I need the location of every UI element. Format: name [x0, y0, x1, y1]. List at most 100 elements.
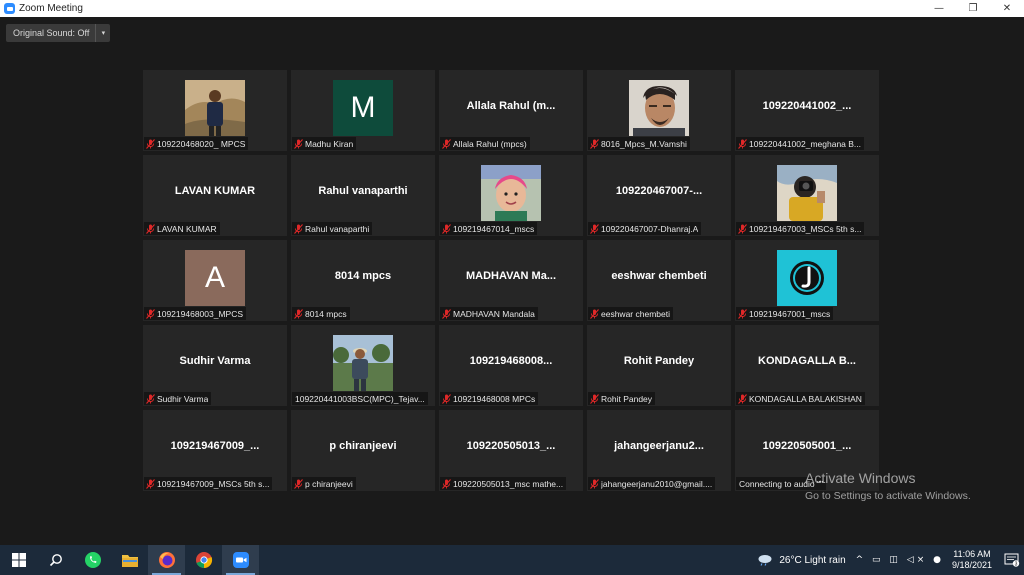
participant-name-label: jahangeerjanu2010@gmail....: [588, 477, 716, 490]
participant-tile[interactable]: jahangeerjanu2... jahangeerjanu2010@gmail…: [587, 410, 731, 491]
file-explorer-icon[interactable]: [111, 545, 148, 575]
participant-name-label: LAVAN KUMAR: [144, 222, 220, 235]
participant-name: 8014 mpcs: [305, 308, 347, 319]
participant-tile[interactable]: eeshwar chembeti eeshwar chembeti: [587, 240, 731, 321]
participant-name: 109219467014_mscs: [453, 223, 535, 234]
participant-tile[interactable]: p chiranjeevi p chiranjeevi: [291, 410, 435, 491]
participant-tile[interactable]: 8016_Mpcs_M.Vamshi: [587, 70, 731, 151]
participant-name-label: Rahul vanaparthi: [292, 222, 373, 235]
original-sound-button[interactable]: Original Sound: Off ▾: [6, 24, 111, 42]
participant-name: 8016_Mpcs_M.Vamshi: [601, 138, 687, 149]
participant-name-label: KONDAGALLA BALAKISHAN: [736, 392, 865, 405]
participant-tile[interactable]: 109220441003BSC(MPC)_Tejav...: [291, 325, 435, 406]
gallery-grid: 109220468020_ MPCS M Madhu Kiran Allala Rah…: [143, 70, 881, 491]
whatsapp-icon[interactable]: [74, 545, 111, 575]
weather-widget[interactable]: 26°C Light rain: [757, 554, 846, 566]
participant-name-label: 109219468008 MPCs: [440, 392, 539, 405]
participant-tile[interactable]: 109219467003_MSCs 5th s...: [735, 155, 879, 236]
clock-time: 11:06 AM: [953, 549, 991, 559]
zoom-icon[interactable]: [222, 545, 259, 575]
participant-name-label: Rohit Pandey: [588, 392, 656, 405]
weather-text: 26°C Light rain: [779, 554, 846, 566]
participant-name: p chiranjeevi: [305, 478, 353, 489]
muted-mic-icon: [736, 308, 749, 319]
participant-name: MADHAVAN Mandala: [453, 308, 535, 319]
muted-mic-icon: [588, 393, 601, 404]
restore-button[interactable]: ❐: [956, 0, 990, 17]
participant-tile[interactable]: LAVAN KUMAR LAVAN KUMAR: [143, 155, 287, 236]
participant-tile[interactable]: Rohit Pandey Rohit Pandey: [587, 325, 731, 406]
participant-name: 109219468003_MPCS: [157, 308, 244, 319]
participant-display-name: Sudhir Varma: [179, 355, 251, 367]
participant-tile[interactable]: 109220441002_... 109220441002_meghana B..…: [735, 70, 879, 151]
participant-name: 109219467003_MSCs 5th s...: [749, 223, 862, 234]
clock-date: 9/18/2021: [951, 560, 992, 570]
participant-name-label: 109219467003_MSCs 5th s...: [736, 222, 865, 235]
minimize-button[interactable]: —: [922, 0, 956, 17]
notification-center-icon[interactable]: 3: [1000, 553, 1024, 567]
system-tray: 26°C Light rain ^ ▭ ◫ ◁× ● 11:06 AM 9/18…: [757, 545, 1024, 575]
participant-tile[interactable]: KONDAGALLA B... KONDAGALLA BALAKISHAN: [735, 325, 879, 406]
participant-name: KONDAGALLA BALAKISHAN: [749, 393, 862, 404]
participant-name: eeshwar chembeti: [601, 308, 670, 319]
participant-tile[interactable]: Rahul vanaparthi Rahul vanaparthi: [291, 155, 435, 236]
firefox-icon[interactable]: [148, 545, 185, 575]
participant-display-name: 109219467009_...: [170, 440, 260, 452]
participant-name-label: 109220468020_ MPCS: [144, 137, 249, 150]
participant-display-name: 109220505013_...: [466, 440, 556, 452]
participant-name-label: 109219468003_MPCS: [144, 307, 247, 320]
participant-photo: [333, 335, 393, 391]
participant-display-name: 109219468008...: [469, 355, 553, 367]
participant-display-name: Rohit Pandey: [623, 355, 695, 367]
muted-mic-icon: [440, 223, 453, 234]
participant-display-name: 109220441002_...: [762, 100, 852, 112]
muted-mic-icon: [144, 138, 157, 149]
windows-start-icon[interactable]: [0, 545, 37, 575]
chevron-down-icon[interactable]: ▾: [95, 24, 110, 42]
participant-name-label: 109219467014_mscs: [440, 222, 538, 235]
participant-name-label: Sudhir Varma: [144, 392, 212, 405]
participant-tile[interactable]: M Madhu Kiran: [291, 70, 435, 151]
window-title: Zoom Meeting: [19, 3, 83, 14]
meeting-area: Original Sound: Off ▾ 109220468020_ MPCS…: [0, 17, 1024, 545]
svg-text:3: 3: [1015, 561, 1018, 567]
participant-tile[interactable]: A 109219468003_MPCS: [143, 240, 287, 321]
participant-name-label: 109219467009_MSCs 5th s...: [144, 477, 273, 490]
muted-mic-icon: [588, 138, 601, 149]
participant-name-label: Madhu Kiran: [292, 137, 357, 150]
muted-mic-icon: [440, 478, 453, 489]
participant-name-label: 109220441002_meghana B...: [736, 137, 865, 150]
participant-name: 109219467009_MSCs 5th s...: [157, 478, 270, 489]
participant-tile[interactable]: 109219467001_mscs: [735, 240, 879, 321]
participant-name: Rohit Pandey: [601, 393, 653, 404]
participant-name: Rahul vanaparthi: [305, 223, 370, 234]
participant-name-label: 109219467001_mscs: [736, 307, 834, 320]
participant-tile[interactable]: MADHAVAN Ma... MADHAVAN Mandala: [439, 240, 583, 321]
muted-mic-icon: [292, 308, 305, 319]
participant-tile[interactable]: 109219467014_mscs: [439, 155, 583, 236]
chrome-icon[interactable]: [185, 545, 222, 575]
muted-mic-icon: [292, 223, 305, 234]
participant-tile[interactable]: Allala Rahul (m... Allala Rahul (mpcs): [439, 70, 583, 151]
tray-icons[interactable]: ^ ▭ ◫ ◁× ●: [856, 555, 944, 565]
muted-mic-icon: [440, 308, 453, 319]
clock[interactable]: 11:06 AM 9/18/2021: [952, 549, 992, 571]
participant-tile[interactable]: 8014 mpcs 8014 mpcs: [291, 240, 435, 321]
muted-mic-icon: [440, 393, 453, 404]
participant-photo: [629, 80, 689, 136]
participant-name-label: 109220467007-Dhanraj.A: [588, 222, 702, 235]
participant-name-label: p chiranjeevi: [292, 477, 356, 490]
cloud-rain-icon: [758, 555, 772, 566]
participant-tile[interactable]: Sudhir Varma Sudhir Varma: [143, 325, 287, 406]
participant-tile[interactable]: 109220468020_ MPCS: [143, 70, 287, 151]
participant-tile[interactable]: 109219467009_... 109219467009_MSCs 5th s.…: [143, 410, 287, 491]
participant-display-name: 109220505001_...: [762, 440, 852, 452]
muted-mic-icon: [144, 393, 157, 404]
close-button[interactable]: ✕: [990, 0, 1024, 17]
participant-tile[interactable]: 109220505013_... 109220505013_msc mathe..…: [439, 410, 583, 491]
participant-avatar: M: [333, 80, 393, 136]
participant-tile[interactable]: 109219468008... 109219468008 MPCs: [439, 325, 583, 406]
participant-logo-avatar: [777, 250, 837, 306]
participant-tile[interactable]: 109220467007-... 109220467007-Dhanraj.A: [587, 155, 731, 236]
search-icon[interactable]: [37, 545, 74, 575]
